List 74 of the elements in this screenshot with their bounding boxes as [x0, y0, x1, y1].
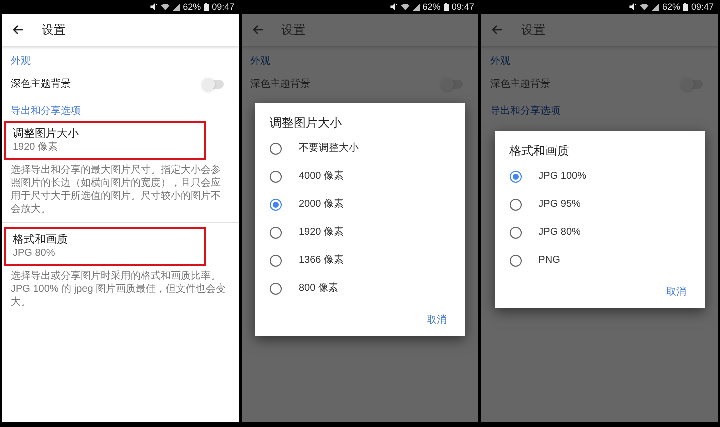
- battery-icon: [444, 3, 449, 11]
- radio-option[interactable]: 800 像素: [255, 274, 465, 302]
- radio-button[interactable]: [510, 198, 522, 210]
- section-header: 外观: [250, 55, 272, 69]
- signal-icon: [652, 3, 660, 11]
- setting-value: 1920 像素: [13, 141, 60, 154]
- setting-label: 深色主题背景: [250, 78, 311, 92]
- radio-button[interactable]: [510, 226, 522, 238]
- settings-row[interactable]: 调整图片大小 1920 像素: [4, 121, 206, 160]
- wifi-icon: [640, 3, 650, 11]
- radio-button[interactable]: [270, 226, 282, 238]
- clock-time: 09:47: [212, 1, 235, 14]
- screen-title: 设置: [282, 22, 306, 39]
- radio-button[interactable]: [270, 198, 282, 210]
- signal-icon: [412, 3, 420, 11]
- clock-time: 09:47: [452, 1, 474, 14]
- back-arrow-icon[interactable]: [13, 25, 24, 35]
- radio-option[interactable]: JPG 95%: [494, 190, 705, 218]
- cancel-button[interactable]: 取消: [666, 284, 687, 300]
- wifi-icon: [400, 3, 410, 11]
- option-label: 不要调整大小: [299, 142, 359, 156]
- setting-label: 调整图片大小: [13, 127, 80, 141]
- wifi-icon: [161, 3, 170, 11]
- radio-button[interactable]: [270, 282, 282, 294]
- option-label: JPG 100%: [538, 170, 586, 184]
- radio-button[interactable]: [270, 254, 282, 266]
- clock-time: 09:47: [691, 1, 714, 14]
- settings-row[interactable]: 格式和画质 JPG 80%: [4, 227, 206, 266]
- radio-option[interactable]: 不要调整大小: [255, 134, 465, 162]
- section-header: 导出和分享选项: [489, 105, 562, 119]
- option-label: 2000 像素: [299, 198, 344, 212]
- section-header: 导出和分享选项: [10, 105, 82, 119]
- setting-label: 深色主题背景: [490, 78, 550, 92]
- radio-button[interactable]: [510, 254, 522, 266]
- section-header: 外观: [489, 55, 512, 69]
- mute-icon: [629, 3, 638, 11]
- radio-option[interactable]: 4000 像素: [255, 162, 465, 190]
- option-label: 1920 像素: [299, 226, 344, 240]
- mute-icon: [150, 3, 158, 11]
- setting-label: 深色主题背景: [11, 78, 71, 92]
- battery-icon: [204, 3, 210, 11]
- option-label: JPG 80%: [538, 226, 581, 240]
- section-header: 外观: [10, 55, 32, 69]
- battery-percent: 62%: [662, 1, 680, 14]
- setting-value: JPG 80%: [13, 247, 56, 260]
- radio-option[interactable]: JPG 80%: [494, 218, 705, 246]
- mute-icon: [390, 3, 398, 11]
- radio-option[interactable]: 1920 像素: [255, 218, 465, 246]
- radio-option[interactable]: PNG: [494, 246, 705, 274]
- screen-title: 设置: [521, 22, 546, 39]
- screen-title: 设置: [42, 22, 66, 39]
- radio-option[interactable]: 1366 像素: [255, 246, 465, 274]
- radio-button[interactable]: [270, 142, 282, 154]
- cancel-button[interactable]: 取消: [427, 312, 447, 328]
- dialog-title: 调整图片大小: [269, 114, 343, 130]
- option-label: PNG: [538, 254, 560, 268]
- battery-percent: 62%: [183, 1, 202, 14]
- toggle-switch[interactable]: [204, 80, 224, 88]
- dialog-title: 格式和画质: [508, 142, 571, 158]
- battery-percent: 62%: [422, 1, 441, 14]
- battery-icon: [683, 3, 688, 11]
- option-label: 800 像素: [299, 282, 338, 296]
- option-label: 4000 像素: [299, 170, 344, 184]
- option-label: 1366 像素: [299, 254, 344, 268]
- radio-button[interactable]: [510, 170, 522, 182]
- radio-button[interactable]: [270, 170, 282, 182]
- settings-row[interactable]: 深色主题背景: [2, 69, 239, 99]
- setting-description: 选择导出和分享的最大图片尺寸。指定大小会参照图片的长边（如横向图片的宽度），且只会应用于尺寸大于所选值的图片。尺寸较小的图片不会放大。: [10, 164, 222, 216]
- setting-description: 选择导出或分享图片时采用的格式和画质比率。JPG 100% 的 jpeg 图片画质最佳，但文件也会变大。: [10, 270, 228, 309]
- radio-option[interactable]: 2000 像素: [255, 190, 465, 218]
- signal-icon: [173, 3, 180, 11]
- radio-option[interactable]: JPG 100%: [494, 162, 705, 190]
- setting-label: 格式和画质: [13, 233, 69, 247]
- option-label: JPG 95%: [538, 198, 581, 212]
